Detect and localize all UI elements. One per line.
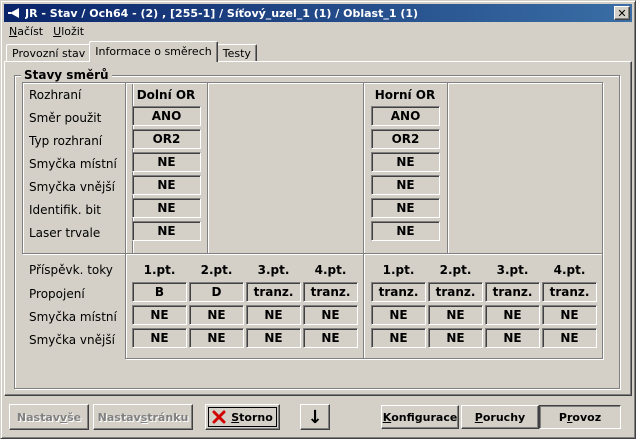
dolni-or-laser-trvale[interactable]: NE xyxy=(132,221,201,241)
dolni-or-smycka-vnejsi[interactable]: NE xyxy=(132,175,201,195)
group-title: Stavy směrů xyxy=(21,68,112,82)
tab-informace-o-smerech[interactable]: Informace o směrech xyxy=(89,41,218,62)
dolni-or-typ-rozhrani[interactable]: OR2 xyxy=(132,129,201,149)
right-smycka-vnejsi-3[interactable]: NE xyxy=(485,328,540,348)
dolni-or-smer-pouzit[interactable]: ANO xyxy=(132,106,201,126)
right-port-header-3: 3.pt. xyxy=(496,263,529,277)
set-page-button[interactable]: Nastav s tránku xyxy=(93,404,193,430)
right-smycka-vnejsi-2[interactable]: NE xyxy=(428,328,483,348)
label-typ-rozhrani: Typ rozhraní xyxy=(29,134,103,148)
tab-panel: Stavy směrů Rozhraní Směr použit Typ roz… xyxy=(4,61,632,396)
label-identifik-bit: Identifik. bit xyxy=(29,203,101,217)
left-smycka-mistni-1[interactable]: NE xyxy=(132,305,187,325)
left-port-header-4: 4.pt. xyxy=(314,263,347,277)
title-bar[interactable]: JR - Stav / Och64 - (2) , [255-1] / Síťo… xyxy=(4,4,632,22)
menu-load[interactable]: Načíst xyxy=(4,25,48,38)
left-smycka-mistni-4[interactable]: NE xyxy=(303,305,358,325)
right-smycka-mistni-3[interactable]: NE xyxy=(485,305,540,325)
right-port-header-2: 2.pt. xyxy=(439,263,472,277)
label-prispevk-toky: Příspěvk. toky xyxy=(29,263,113,277)
label-laser-trvale: Laser trvale xyxy=(29,226,101,240)
frame-right-gap xyxy=(447,82,603,254)
app-icon xyxy=(7,6,21,20)
tab-provozni-stav[interactable]: Provozní stav xyxy=(6,44,92,62)
right-propojeni-1[interactable]: tranz. xyxy=(371,282,426,302)
right-propojeni-4[interactable]: tranz. xyxy=(542,282,597,302)
left-smycka-mistni-3[interactable]: NE xyxy=(246,305,301,325)
horni-or-smycka-vnejsi[interactable]: NE xyxy=(371,175,440,195)
left-smycka-mistni-2[interactable]: NE xyxy=(189,305,244,325)
right-port-header-1: 1.pt. xyxy=(382,263,415,277)
arrow-down-icon: ↓ xyxy=(307,406,323,428)
tab-testy[interactable]: Testy xyxy=(216,44,257,62)
window-title: JR - Stav / Och64 - (2) , [255-1] / Síťo… xyxy=(25,6,419,20)
right-smycka-vnejsi-4[interactable]: NE xyxy=(542,328,597,348)
left-port-header-1: 1.pt. xyxy=(143,263,176,277)
button-bar: Nastav v še Nastav s tránku Storno ↓ Konfi… xyxy=(4,399,632,435)
horni-or-typ-rozhrani[interactable]: OR2 xyxy=(371,129,440,149)
directions-group: Stavy směrů Rozhraní Směr použit Typ roz… xyxy=(14,68,620,389)
cancel-button[interactable]: Storno xyxy=(205,404,280,430)
label-smer-pouzit: Směr použit xyxy=(29,111,102,125)
left-port-header-3: 3.pt. xyxy=(257,263,290,277)
menu-save[interactable]: Uložit xyxy=(48,25,89,38)
left-smycka-vnejsi-3[interactable]: NE xyxy=(246,328,301,348)
label-smycka-vnejsi: Smyčka vnější xyxy=(29,180,115,194)
right-propojeni-2[interactable]: tranz. xyxy=(428,282,483,302)
right-port-header-4: 4.pt. xyxy=(553,263,586,277)
right-smycka-vnejsi-1[interactable]: NE xyxy=(371,328,426,348)
frame-gap xyxy=(207,82,364,254)
left-propojeni-3[interactable]: tranz. xyxy=(246,282,301,302)
horni-or-smycka-mistni[interactable]: NE xyxy=(371,152,440,172)
tab-strip: Provozní stav Informace o směrech Testy xyxy=(6,41,257,62)
label-smycka-vnejsi-ports: Smyčka vnější xyxy=(29,333,115,347)
dolni-or-identifik-bit[interactable]: NE xyxy=(132,198,201,218)
main-window: JR - Stav / Och64 - (2) , [255-1] / Síťo… xyxy=(0,0,636,439)
horni-or-smer-pouzit[interactable]: ANO xyxy=(371,106,440,126)
configuration-button[interactable]: Konfigurace xyxy=(381,405,459,429)
right-propojeni-3[interactable]: tranz. xyxy=(485,282,540,302)
left-propojeni-2[interactable]: D xyxy=(189,282,244,302)
left-propojeni-4[interactable]: tranz. xyxy=(303,282,358,302)
right-smycka-mistni-4[interactable]: NE xyxy=(542,305,597,325)
right-smycka-mistni-2[interactable]: NE xyxy=(428,305,483,325)
right-smycka-mistni-1[interactable]: NE xyxy=(371,305,426,325)
label-propojeni: Propojení xyxy=(29,287,85,301)
horni-or-header: Horní OR xyxy=(374,88,436,102)
label-smycka-mistni: Smyčka místní xyxy=(29,157,117,171)
close-icon: ✕ xyxy=(617,6,627,20)
horni-or-identifik-bit[interactable]: NE xyxy=(371,198,440,218)
operation-button[interactable]: Pr ovoz xyxy=(539,405,621,429)
close-button[interactable]: ✕ xyxy=(614,6,630,20)
dolni-or-header: Dolní OR xyxy=(136,88,196,102)
label-smycka-mistni-ports: Smyčka místní xyxy=(29,310,117,324)
left-propojeni-1[interactable]: B xyxy=(132,282,187,302)
left-port-header-2: 2.pt. xyxy=(200,263,233,277)
down-arrow-button[interactable]: ↓ xyxy=(300,404,330,430)
horni-or-laser-trvale[interactable]: NE xyxy=(371,221,440,241)
label-rozhrani: Rozhraní xyxy=(29,88,82,102)
dolni-or-smycka-mistni[interactable]: NE xyxy=(132,152,201,172)
left-smycka-vnejsi-1[interactable]: NE xyxy=(132,328,187,348)
left-smycka-vnejsi-2[interactable]: NE xyxy=(189,328,244,348)
left-smycka-vnejsi-4[interactable]: NE xyxy=(303,328,358,348)
menu-bar: Načíst Uložit xyxy=(4,23,89,40)
set-all-button[interactable]: Nastav v še xyxy=(9,404,89,430)
cancel-x-icon xyxy=(212,410,226,424)
faults-button[interactable]: Poruchy xyxy=(461,405,539,429)
